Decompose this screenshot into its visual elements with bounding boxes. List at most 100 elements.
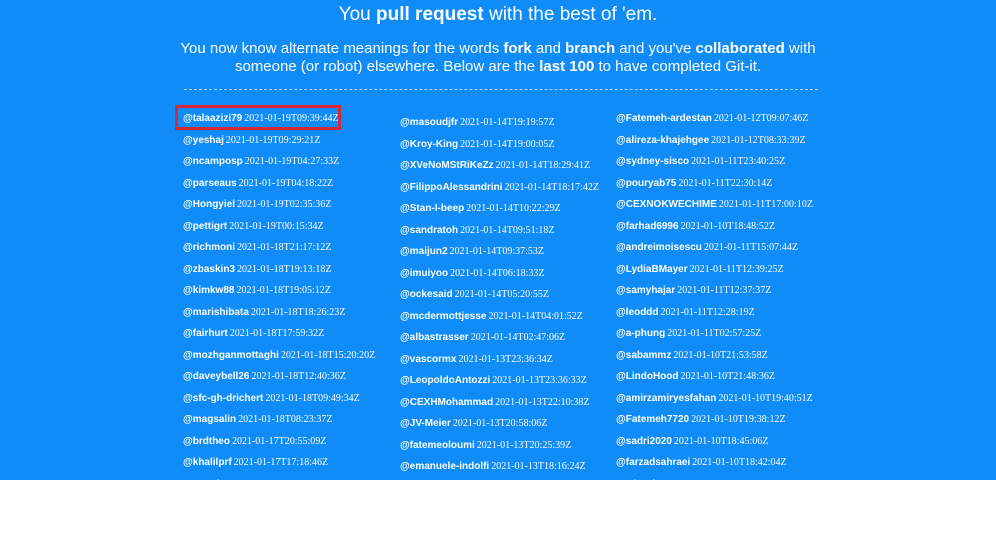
completers-column-3: @Fatemeh-ardestan 2021-01-12T09:07:46Z @al…	[616, 112, 848, 480]
intro-paragraph: You now know alternate meanings for the …	[170, 40, 826, 76]
user-link[interactable]: @pettigrt	[183, 221, 227, 232]
completion-timestamp: 2021-01-18T08:23:37Z	[238, 414, 333, 425]
completer-entry: @Fatemeh7720 2021-01-10T19:38:12Z	[616, 413, 848, 435]
user-link[interactable]: @yeshaj	[183, 135, 224, 146]
user-link[interactable]: @alireza-khajehgee	[616, 135, 709, 146]
user-link[interactable]: @LydiaBMayer	[616, 264, 688, 275]
completion-timestamp: 2021-01-11T02:57:25Z	[667, 328, 762, 339]
completer-entry: @farzadsahraei 2021-01-10T18:42:04Z	[616, 456, 848, 478]
completer-entry: @XVeNoMStRiKeZz 2021-01-14T18:29:41Z	[400, 159, 632, 181]
completer-entry: @kimkw88 2021-01-18T19:05:12Z	[183, 284, 415, 306]
user-link[interactable]: @daveybell26	[183, 371, 249, 382]
user-link[interactable]: @sfc-gh-drichert	[183, 393, 263, 404]
completion-timestamp: 2021-01-17T17:18:46Z	[233, 457, 329, 468]
user-link[interactable]: @khalilprf	[183, 457, 232, 468]
intro-term-collaborated: collaborated	[695, 40, 785, 57]
user-link[interactable]: @sadri2020	[616, 436, 672, 447]
intro-term-branch: branch	[565, 40, 616, 57]
completer-entry: @FilippoAlessandrini 2021-01-14T18:17:42Z	[400, 181, 632, 203]
completer-entry: @Kroy-King 2021-01-14T19:00:05Z	[400, 138, 632, 160]
completion-timestamp: 2021-01-11T12:28:19Z	[660, 306, 755, 318]
user-link[interactable]: @imuiyoo	[400, 268, 448, 279]
completer-entry: @brdtheo 2021-01-17T20:55:09Z	[183, 435, 415, 457]
completion-timestamp: 2021-01-17T20:55:09Z	[231, 435, 327, 447]
user-link[interactable]: @creativeRP	[183, 479, 244, 481]
user-link[interactable]: @sandratoh	[400, 225, 458, 236]
completer-entry: @pettigrt 2021-01-19T00:15:34Z	[183, 220, 415, 242]
intro-text: You now know alternate meanings for the …	[180, 40, 504, 57]
completer-entry: @albastrasser 2021-01-14T02:47:06Z	[400, 331, 632, 353]
user-link[interactable]: @fatemeoloumi	[400, 440, 475, 451]
user-link[interactable]: @XVeNoMStRiKeZz	[400, 160, 494, 171]
completion-timestamp: 2021-01-12T08:33:39Z	[711, 134, 806, 146]
user-link[interactable]: @mozhganmottaghi	[183, 350, 279, 361]
completer-entry: @farhad6996 2021-01-10T18:48:52Z	[616, 220, 848, 242]
completion-timestamp: 2021-01-17T14:26:52Z	[246, 479, 340, 481]
completer-entry: @JV-Meier 2021-01-13T20:58:06Z	[400, 417, 632, 439]
user-link[interactable]: @sabammz	[616, 350, 671, 361]
user-link[interactable]: @farzadsahraei	[616, 457, 690, 468]
user-link[interactable]: @zbaskin3	[183, 264, 235, 275]
completer-entry: @sydney-sisco 2021-01-11T23:40:25Z	[616, 155, 848, 177]
user-link[interactable]: @JV-Meier	[400, 418, 451, 429]
user-link[interactable]: @FilippoAlessandrini	[400, 182, 503, 193]
completion-timestamp: 2021-01-19T04:18:22Z	[238, 177, 334, 189]
user-link[interactable]: @fairhurt	[183, 328, 228, 339]
user-link[interactable]: @albastrasser	[400, 332, 469, 343]
completion-timestamp: 2021-01-14T09:51:18Z	[460, 224, 555, 236]
user-link[interactable]: @leoddd	[616, 307, 659, 318]
intro-text: to have completed Git-it.	[594, 58, 762, 75]
user-link[interactable]: @CEXHMohammad	[400, 397, 493, 408]
completer-entry: @khalilprf 2021-01-17T17:18:46Z	[183, 456, 415, 478]
completer-entry: @maijun2 2021-01-14T09:37:53Z	[400, 245, 632, 267]
completion-timestamp: 2021-01-14T10:22:29Z	[466, 203, 561, 214]
user-link[interactable]: @amirzamiryesfahan	[616, 393, 716, 404]
completion-timestamp: 2021-01-11T23:40:25Z	[691, 156, 786, 167]
user-link[interactable]: @LindoHood	[616, 371, 679, 382]
user-link[interactable]: @andreimoisescu	[616, 242, 702, 253]
user-link[interactable]: @parseaus	[183, 178, 237, 189]
user-link[interactable]: @maijun2	[400, 246, 448, 257]
completer-entry: @pouryab75 2021-01-11T22:30:14Z	[616, 177, 848, 199]
completer-entry: @vascormx 2021-01-13T23:36:34Z	[400, 353, 632, 375]
completion-timestamp: 2021-01-14T02:47:06Z	[470, 332, 566, 343]
completion-timestamp: 2021-01-14T06:18:33Z	[450, 267, 545, 279]
user-link[interactable]: @ncamposp	[183, 156, 243, 167]
completion-timestamp: 2021-01-11T12:39:25Z	[689, 263, 784, 275]
user-link[interactable]: @sydney-sisco	[616, 156, 689, 167]
user-link[interactable]: @samyhajar	[616, 285, 675, 296]
user-link[interactable]: @marishibata	[183, 307, 249, 318]
user-link[interactable]: @emanuele-indolfi	[400, 461, 489, 472]
user-link[interactable]: @vascormx	[400, 354, 456, 365]
completer-entry: @zbaskin3 2021-01-18T19:13:18Z	[183, 263, 415, 285]
completion-timestamp: 2021-01-18T12:40:36Z	[251, 371, 346, 382]
user-link[interactable]: @pouryab75	[616, 178, 676, 189]
intro-term-last-100: last 100	[539, 58, 595, 75]
completer-entry: @emanuele-indolfi 2021-01-13T18:16:24Z	[400, 460, 632, 480]
completion-timestamp: 2021-01-11T15:07:44Z	[703, 242, 798, 253]
user-link[interactable]: @farhad6996	[616, 221, 679, 232]
user-link[interactable]: @LeopoldoAntozzi	[400, 375, 490, 386]
user-link[interactable]: @Stan-I-beep	[400, 203, 464, 214]
user-link[interactable]: @richmoni	[183, 242, 235, 253]
completion-timestamp: 2021-01-19T00:15:34Z	[229, 220, 324, 232]
completion-timestamp: 2021-01-11T22:30:14Z	[678, 177, 773, 189]
user-link[interactable]: @kimkw88	[183, 285, 234, 296]
completion-timestamp: 2021-01-13T20:58:06Z	[452, 418, 548, 429]
user-link[interactable]: @ockesaid	[400, 289, 453, 300]
user-link[interactable]: @Fatemeh-ardestan	[616, 113, 712, 124]
user-link[interactable]: @brdtheo	[183, 436, 230, 447]
completion-timestamp: 2021-01-11T12:37:37Z	[677, 285, 772, 296]
user-link[interactable]: @magsalin	[183, 414, 236, 425]
user-link[interactable]: @mcdermottjesse	[400, 311, 486, 322]
completers-panel: You pull request with the best of 'em. Y…	[0, 0, 996, 480]
user-link[interactable]: @Hongyiel	[183, 199, 235, 210]
user-link[interactable]: @masoudjfr	[400, 117, 458, 128]
completer-entry: @CEXNOKWECHIME 2021-01-11T17:00:10Z	[616, 198, 848, 220]
user-link[interactable]: @GiorgioOggo	[616, 479, 687, 481]
user-link[interactable]: @Kroy-King	[400, 139, 458, 150]
user-link[interactable]: @a-phung	[616, 328, 665, 339]
completer-entry: @Stan-I-beep 2021-01-14T10:22:29Z	[400, 202, 632, 224]
user-link[interactable]: @CEXNOKWECHIME	[616, 199, 717, 210]
user-link[interactable]: @Fatemeh7720	[616, 414, 689, 425]
